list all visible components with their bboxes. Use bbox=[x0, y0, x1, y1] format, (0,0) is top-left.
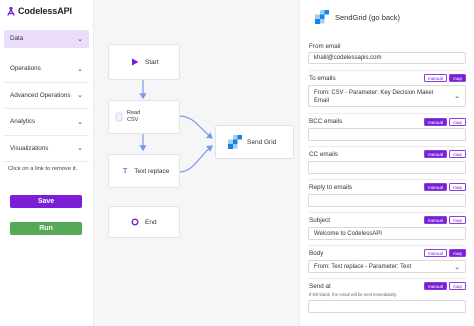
panel-header[interactable]: SendGrid (go back) bbox=[315, 10, 400, 24]
divider bbox=[308, 245, 466, 246]
divider bbox=[308, 70, 466, 71]
sendgrid-icon bbox=[315, 10, 329, 24]
chevron-down-icon: ⌄ bbox=[77, 65, 83, 73]
node-end[interactable]: End bbox=[108, 206, 180, 238]
map-toggle[interactable]: map bbox=[449, 183, 466, 191]
node-label-line2: CSV bbox=[127, 117, 139, 123]
sendgrid-config-panel: SendGrid (go back) From email khalil@cod… bbox=[301, 0, 474, 326]
divider bbox=[308, 212, 466, 213]
sidebar-menu: Data ⌄ Operations ⌄ Advanced Operations … bbox=[4, 30, 89, 162]
send-at-label: Send at bbox=[309, 283, 331, 290]
sidebar-item-label: Advanced Operations bbox=[10, 91, 71, 99]
node-text-replace[interactable]: T Text replace bbox=[108, 154, 180, 188]
sidebar-item-data[interactable]: Data ⌄ bbox=[4, 30, 89, 48]
sendgrid-icon bbox=[228, 135, 242, 149]
csv-icon bbox=[115, 112, 123, 122]
to-emails-value-line1: From: CSV - Parameter: Key Decision Make… bbox=[314, 90, 434, 96]
text-icon: T bbox=[123, 167, 128, 175]
sidebar-item-label: Operations bbox=[10, 65, 41, 73]
to-emails-value: From: CSV - Parameter: Key Decision Make… bbox=[314, 89, 434, 105]
sidebar-item-analytics[interactable]: Analytics ⌄ bbox=[4, 109, 89, 136]
map-toggle[interactable]: map bbox=[449, 118, 466, 126]
node-label: End bbox=[145, 218, 157, 226]
brand-logo[interactable]: CodelessAPI bbox=[6, 6, 72, 16]
run-button[interactable]: Run bbox=[10, 222, 82, 235]
divider bbox=[308, 113, 466, 114]
manual-toggle[interactable]: manual bbox=[423, 183, 448, 191]
body-value: From: Text replace - Parameter: Text bbox=[314, 263, 412, 270]
manual-toggle[interactable]: manual bbox=[423, 118, 448, 126]
node-start[interactable]: Start bbox=[108, 44, 180, 80]
sidebar-item-label: Visualizations bbox=[10, 144, 49, 152]
cc-emails-mode-toggle: manual map bbox=[423, 150, 466, 158]
from-email-label: From email bbox=[309, 43, 341, 50]
sidebar-item-advanced-operations[interactable]: Advanced Operations ⌄ bbox=[4, 83, 89, 109]
brand-name: CodelessAPI bbox=[18, 6, 72, 16]
body-mode-toggle: manual map bbox=[423, 249, 466, 257]
reply-to-input[interactable] bbox=[308, 194, 466, 207]
panel-title: SendGrid (go back) bbox=[335, 12, 401, 22]
chevron-down-icon: ⌄ bbox=[77, 35, 83, 43]
to-emails-value-line2: Email bbox=[314, 98, 330, 104]
node-label: Start bbox=[145, 58, 159, 66]
manual-toggle[interactable]: manual bbox=[423, 150, 448, 158]
divider bbox=[308, 179, 466, 180]
map-toggle[interactable]: map bbox=[449, 282, 466, 290]
map-toggle[interactable]: map bbox=[449, 249, 466, 257]
node-read-csv[interactable]: Read CSV bbox=[108, 100, 180, 134]
to-emails-select[interactable]: From: CSV - Parameter: Key Decision Make… bbox=[308, 85, 466, 107]
send-at-hint: If left blank, the email will be sent im… bbox=[309, 292, 398, 297]
subject-label: Subject bbox=[309, 217, 331, 224]
remove-link-hint: Click on a link to remove it. bbox=[8, 166, 78, 172]
save-button[interactable]: Save bbox=[10, 195, 82, 208]
sidebar-item-label: Analytics bbox=[10, 118, 36, 126]
bcc-emails-label: BCC emails bbox=[309, 118, 343, 125]
chevron-down-icon: ⌄ bbox=[77, 118, 83, 126]
node-label: Text replace bbox=[134, 167, 170, 175]
reply-to-mode-toggle: manual map bbox=[423, 183, 466, 191]
manual-toggle[interactable]: manual bbox=[423, 249, 448, 257]
chevron-down-icon: ⌄ bbox=[77, 145, 83, 153]
divider bbox=[308, 146, 466, 147]
manual-toggle[interactable]: manual bbox=[423, 74, 448, 82]
manual-toggle[interactable]: manual bbox=[423, 216, 448, 224]
node-label: Read CSV bbox=[127, 110, 140, 124]
app-root: CodelessAPI Data ⌄ Operations ⌄ Advanced… bbox=[0, 0, 474, 326]
cc-emails-label: CC emails bbox=[309, 151, 339, 158]
map-toggle[interactable]: map bbox=[449, 74, 466, 82]
manual-toggle[interactable]: manual bbox=[423, 282, 448, 290]
edge-text-replace-send-grid bbox=[178, 145, 213, 173]
chevron-down-icon: ⌄ bbox=[454, 93, 460, 100]
chevron-down-icon: ⌄ bbox=[454, 263, 460, 271]
body-select[interactable]: From: Text replace - Parameter: Text ⌄ bbox=[308, 260, 466, 273]
reply-to-label: Reply to emails bbox=[309, 184, 353, 191]
node-label-line1: Read bbox=[127, 110, 141, 116]
sidebar-item-label: Data bbox=[10, 35, 24, 42]
body-label: Body bbox=[309, 250, 324, 257]
node-send-grid[interactable]: Send Grid bbox=[215, 125, 294, 159]
chevron-down-icon: ⌄ bbox=[77, 92, 83, 100]
circle-icon bbox=[131, 218, 139, 226]
to-emails-label: To emails bbox=[309, 75, 336, 82]
bcc-emails-input[interactable] bbox=[308, 128, 466, 141]
divider bbox=[308, 278, 466, 279]
from-email-input[interactable]: khalil@codelessapis.com bbox=[308, 52, 466, 64]
play-icon bbox=[131, 58, 139, 66]
workflow-canvas[interactable]: Start Read CSV T Text replace End Send G… bbox=[93, 0, 300, 326]
node-label: Send Grid bbox=[247, 138, 277, 146]
sidebar-item-operations[interactable]: Operations ⌄ bbox=[4, 56, 89, 83]
send-at-mode-toggle: manual map bbox=[423, 282, 466, 290]
bcc-emails-mode-toggle: manual map bbox=[423, 118, 466, 126]
sidebar: CodelessAPI Data ⌄ Operations ⌄ Advanced… bbox=[0, 0, 93, 326]
map-toggle[interactable]: map bbox=[449, 216, 466, 224]
edge-read-csv-send-grid bbox=[178, 115, 213, 139]
subject-mode-toggle: manual map bbox=[423, 216, 466, 224]
sidebar-item-visualizations[interactable]: Visualizations ⌄ bbox=[4, 136, 89, 162]
map-toggle[interactable]: map bbox=[449, 150, 466, 158]
cc-emails-input[interactable] bbox=[308, 161, 466, 174]
subject-input[interactable]: Welcome to CodelessAPI bbox=[308, 227, 466, 240]
logo-icon bbox=[7, 6, 15, 16]
send-at-input[interactable] bbox=[308, 300, 466, 313]
to-emails-mode-toggle: manual map bbox=[423, 74, 466, 82]
